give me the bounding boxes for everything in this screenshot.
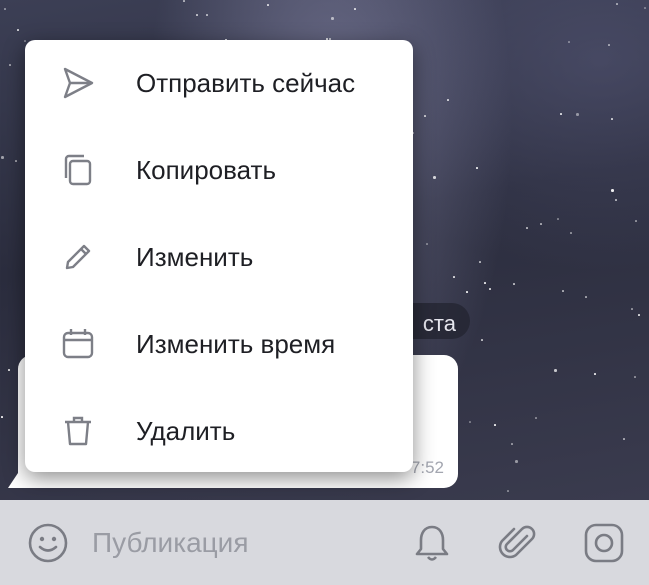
star: [8, 369, 10, 371]
star: [608, 44, 610, 46]
star: [15, 160, 17, 162]
star: [489, 288, 491, 290]
menu-item-delete[interactable]: Удалить: [25, 388, 413, 474]
star: [557, 218, 559, 220]
star: [196, 14, 198, 16]
star: [638, 314, 640, 316]
star: [560, 113, 562, 115]
star: [494, 424, 496, 426]
star: [554, 369, 557, 372]
menu-item-label: Изменить время: [136, 328, 336, 359]
star: [634, 376, 636, 378]
star: [267, 4, 269, 6]
menu-item-change-time[interactable]: Изменить время: [25, 301, 413, 387]
copy-icon: [59, 151, 97, 189]
star: [623, 438, 625, 440]
star: [469, 421, 471, 423]
camera-icon[interactable]: [582, 521, 626, 565]
star: [511, 443, 513, 445]
star: [513, 283, 515, 285]
star: [594, 373, 596, 375]
star: [562, 290, 564, 292]
star: [1, 416, 3, 418]
menu-item-label: Удалить: [136, 415, 236, 446]
pencil-icon: [59, 238, 97, 276]
star: [540, 223, 542, 225]
star: [615, 199, 617, 201]
star: [424, 115, 426, 117]
star: [535, 417, 537, 419]
star: [576, 113, 579, 116]
star: [453, 276, 455, 278]
context-menu: Отправить сейчас Копировать Изменить Изм…: [25, 40, 413, 472]
attach-icon[interactable]: [496, 521, 540, 565]
star: [1, 156, 4, 159]
menu-item-label: Копировать: [136, 154, 276, 185]
star: [515, 460, 518, 463]
star: [479, 261, 481, 263]
star: [568, 41, 570, 43]
star: [476, 167, 478, 169]
send-icon: [59, 64, 97, 102]
star: [433, 176, 436, 179]
emoji-icon[interactable]: [26, 521, 70, 565]
star: [644, 7, 646, 9]
star: [447, 99, 449, 101]
star: [426, 243, 428, 245]
star: [611, 189, 614, 192]
calendar-icon: [59, 325, 97, 363]
menu-item-copy[interactable]: Копировать: [25, 127, 413, 213]
star: [484, 282, 486, 284]
message-input-bar: Публикация: [0, 500, 649, 585]
star: [466, 291, 468, 293]
star: [17, 29, 19, 31]
star: [9, 64, 11, 66]
star: [354, 8, 356, 10]
star: [635, 220, 637, 222]
star: [206, 14, 208, 16]
star: [507, 490, 509, 492]
menu-item-label: Отправить сейчас: [136, 67, 356, 98]
star: [611, 118, 613, 120]
star: [481, 339, 483, 341]
message-input[interactable]: Публикация: [92, 527, 248, 559]
bell-icon[interactable]: [410, 521, 454, 565]
star: [616, 3, 618, 5]
date-badge-text: ста: [422, 311, 456, 336]
star: [570, 232, 572, 234]
star: [585, 296, 587, 298]
star: [4, 8, 6, 10]
menu-item-send-now[interactable]: Отправить сейчас: [25, 40, 413, 126]
star: [183, 0, 185, 2]
star: [331, 17, 334, 20]
menu-item-edit[interactable]: Изменить: [25, 214, 413, 300]
message-time: 7:52: [410, 458, 444, 477]
star: [526, 227, 528, 229]
trash-icon: [59, 412, 97, 450]
menu-item-label: Изменить: [136, 241, 254, 272]
star: [631, 308, 633, 310]
